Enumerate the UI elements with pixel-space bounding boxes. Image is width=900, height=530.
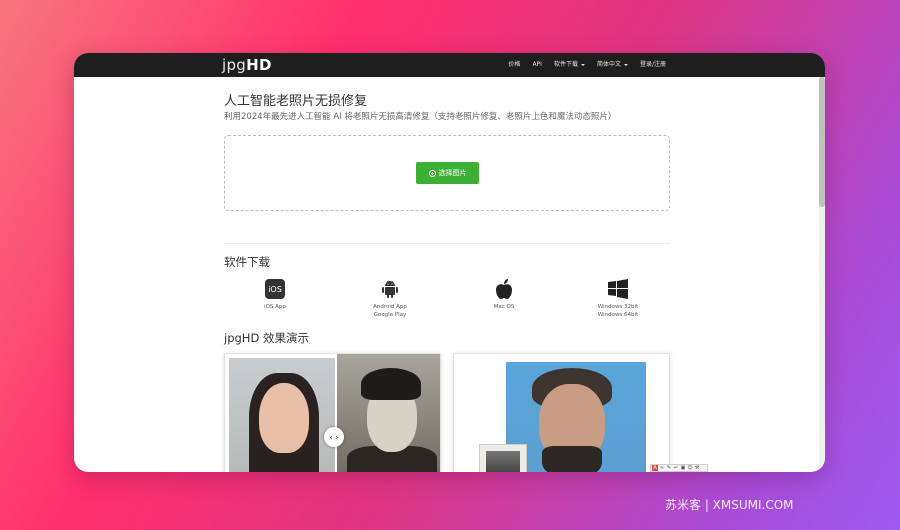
download-label: Android App Google Play (335, 303, 445, 319)
windows-icon (608, 279, 628, 299)
download-label: Windows 32bit Windows 64bit (563, 303, 673, 319)
compare-divider (335, 354, 337, 472)
download-label-line: Android App (373, 304, 407, 310)
download-android[interactable]: Android App Google Play (335, 277, 445, 319)
toolbar-app-icon[interactable]: A (652, 465, 658, 471)
original-thumbnail-image (486, 451, 520, 472)
site-logo[interactable]: jpgHD (222, 55, 272, 75)
toolbar-user-icon[interactable]: ☺ (687, 465, 693, 471)
nav-item-pricing[interactable]: 价格 (502, 53, 526, 77)
photo-subject-beard (542, 446, 602, 472)
android-icon (382, 280, 398, 298)
browser-frame: jpgHD 价格 API 软件下载 简体中文 登录/注册 人工智能老照片无损修复… (74, 53, 825, 472)
plus-circle-icon (428, 169, 436, 177)
caret-down-icon (580, 64, 585, 66)
download-ios[interactable]: iOS iOS App (220, 277, 330, 311)
downloads-heading: 软件下载 (224, 255, 270, 269)
nav-label: 登录/注册 (639, 61, 666, 68)
download-label: iOS App (264, 304, 286, 310)
toolbar-arrow-icon[interactable]: ↵ (673, 465, 679, 471)
download-label: Mac OS (493, 304, 515, 310)
page-title: 人工智能老照片无损修复 (224, 94, 368, 109)
top-navbar: jpgHD 价格 API 软件下载 简体中文 登录/注册 (74, 53, 825, 77)
restored-photo (229, 358, 335, 472)
demo-colorize-card[interactable] (453, 353, 670, 472)
apple-icon (496, 279, 512, 299)
nav-item-language[interactable]: 简体中文 (591, 53, 634, 77)
select-image-label: 选择图片 (438, 170, 467, 177)
photo-subject-hair (361, 368, 421, 400)
nav-item-api[interactable]: API (526, 53, 548, 77)
caret-down-icon (623, 64, 628, 66)
nav-label: 软件下载 (553, 61, 578, 68)
download-mac[interactable]: Mac OS (449, 277, 559, 311)
downloads-list: iOS iOS App Android App Google Play Mac … (224, 277, 670, 323)
original-thumbnail (479, 444, 527, 472)
download-label-line: Google Play (373, 312, 407, 318)
download-label-line: Windows 64bit (597, 312, 639, 318)
select-image-button[interactable]: 选择图片 (416, 162, 479, 184)
logo-bold-text: HD (246, 56, 272, 74)
page-subtitle: 利用2024年最先进人工智能 AI 将老照片无损高清修复（支持老照片修复、老照片… (224, 112, 617, 122)
demo-compare-card[interactable]: ‹ › (224, 353, 441, 472)
nav-label: API (532, 61, 542, 68)
ios-icon: iOS (265, 279, 285, 299)
nav-label: 价格 (508, 61, 521, 68)
upload-dropzone[interactable]: 选择图片 (224, 135, 670, 211)
section-divider (224, 243, 670, 244)
original-photo (335, 354, 440, 472)
compare-slider-handle[interactable]: ‹ › (324, 427, 344, 447)
download-windows[interactable]: Windows 32bit Windows 64bit (563, 277, 673, 319)
scrollbar-thumb[interactable] (819, 77, 825, 207)
download-label-line: Windows 32bit (597, 304, 639, 310)
watermark: 苏米客 | XMSUMI.COM (665, 498, 794, 512)
toolbar-wifi-icon[interactable]: ≈ (659, 465, 665, 471)
toolbar-tool-icon[interactable]: ⚒ (694, 465, 700, 471)
nav-item-login[interactable]: 登录/注册 (634, 53, 672, 77)
nav-label: 简体中文 (596, 61, 621, 68)
logo-light-text: jpg (222, 56, 247, 74)
photo-subject-face (259, 383, 309, 453)
nav-item-download[interactable]: 软件下载 (548, 53, 591, 77)
demo-heading: jpgHD 效果演示 (224, 331, 309, 345)
main-nav: 价格 API 软件下载 简体中文 登录/注册 (502, 53, 672, 77)
mini-toolbar: A ≈ ✎ ↵ ▣ ☺ ⚒ (650, 464, 708, 472)
toolbar-image-icon[interactable]: ▣ (680, 465, 686, 471)
page-scrollbar[interactable] (819, 77, 825, 472)
toolbar-pen-icon[interactable]: ✎ (666, 465, 672, 471)
